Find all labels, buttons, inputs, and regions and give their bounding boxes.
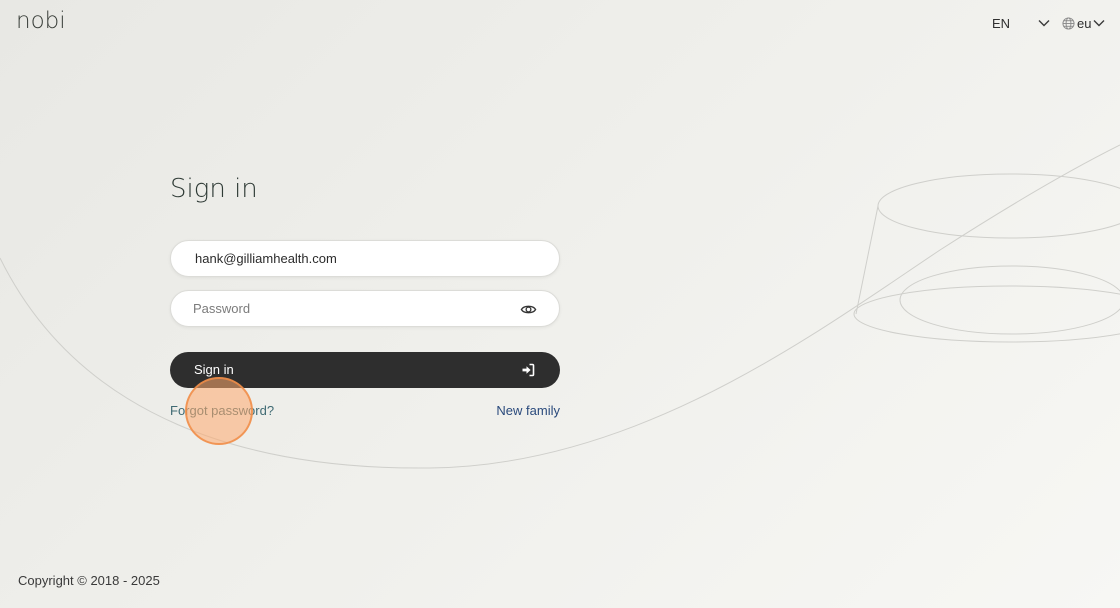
language-select-value: EN bbox=[992, 15, 1011, 31]
eye-icon[interactable] bbox=[520, 301, 537, 318]
email-field[interactable] bbox=[195, 241, 515, 276]
password-field-container bbox=[170, 290, 560, 327]
sign-in-icon bbox=[522, 363, 535, 377]
sign-in-button[interactable]: Sign in bbox=[170, 352, 560, 388]
copyright-text: Copyright © 2018 - 2025 bbox=[18, 573, 160, 588]
region-select-value: eu bbox=[1077, 15, 1092, 31]
chevron-down-icon bbox=[1038, 20, 1050, 27]
region-select[interactable]: eu bbox=[1062, 12, 1105, 34]
page-title: Sign in bbox=[170, 174, 258, 204]
new-family-link[interactable]: New family bbox=[496, 403, 560, 418]
nobi-logo[interactable]: nobi bbox=[16, 8, 66, 34]
globe-icon bbox=[1062, 16, 1075, 30]
language-select[interactable]: EN bbox=[984, 12, 1050, 34]
background-decoration bbox=[0, 144, 1120, 469]
password-field[interactable] bbox=[193, 291, 513, 326]
sign-in-button-label: Sign in bbox=[194, 362, 234, 377]
chevron-down-icon bbox=[1093, 20, 1105, 27]
email-field-container bbox=[170, 240, 560, 277]
forgot-password-link[interactable]: Forgot password? bbox=[170, 403, 274, 418]
